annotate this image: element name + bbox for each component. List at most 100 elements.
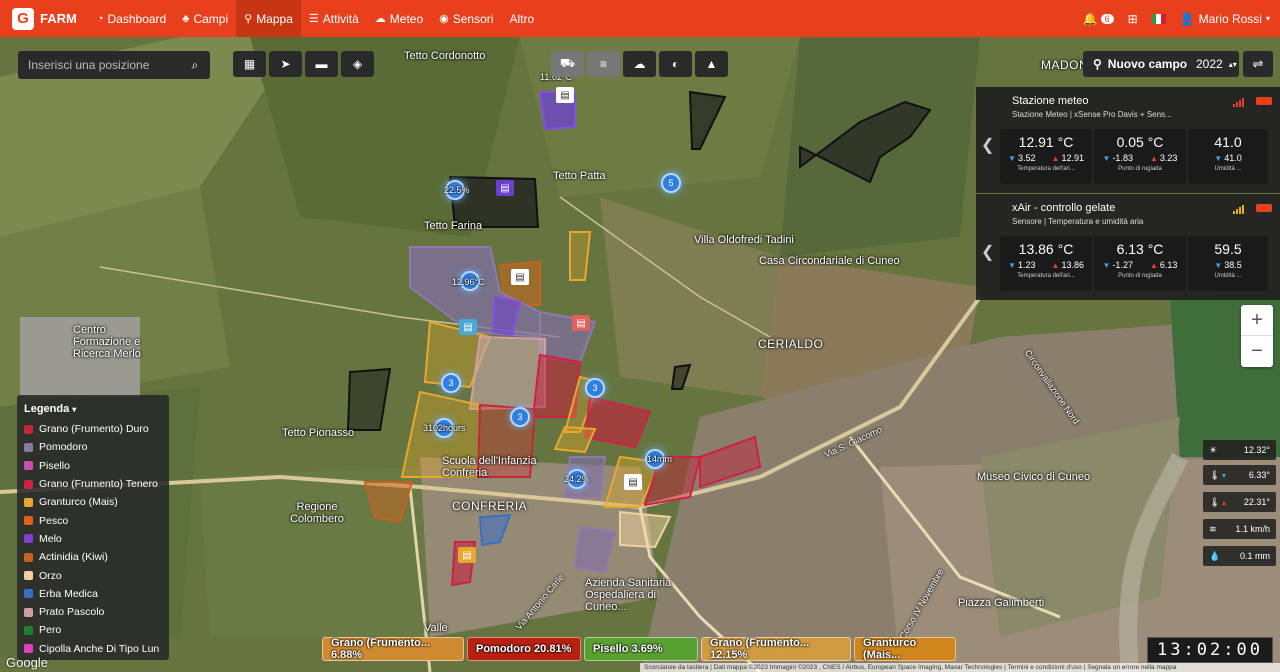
- legend-swatch: [24, 625, 33, 635]
- location-search[interactable]: Inserisci una posizione ⌕: [18, 51, 210, 79]
- place-tetto-cordonotto: Tetto Cordonotto: [404, 50, 486, 62]
- nav-campi[interactable]: ♣ Campi: [174, 0, 236, 37]
- crop-chip[interactable]: Pomodoro 20.81%: [467, 637, 581, 661]
- field-humidity-label[interactable]: 24.2%: [564, 474, 590, 484]
- nav-altro[interactable]: Altro: [501, 0, 542, 37]
- crop-label: Grano (Frumento... 6.88%: [331, 637, 430, 661]
- map-view-tools: ⛟ ≡ ☁ ◐ ▲: [551, 51, 731, 77]
- metric-min: -1.83: [1112, 153, 1133, 163]
- weather-icon[interactable]: ☁: [623, 51, 656, 77]
- crop-chip[interactable]: Grano (Frumento... 12.15%: [701, 637, 851, 661]
- metric-value: 6.13 °C: [1116, 241, 1164, 257]
- legend-swatch: [24, 516, 33, 526]
- new-field-button[interactable]: ⚲ Nuovo campo: [1083, 51, 1198, 77]
- legend-item: Melo: [24, 530, 162, 548]
- search-input[interactable]: Inserisci una posizione: [28, 58, 180, 72]
- zoom-in-button[interactable]: +: [1241, 305, 1273, 336]
- map-type-icon[interactable]: ▦: [233, 51, 266, 77]
- field-rain-label[interactable]: 14mm: [647, 454, 672, 464]
- metric-value: 12.91 °C: [1018, 134, 1074, 150]
- legend-swatch: [24, 644, 33, 654]
- map-tools: ▦ ➤ ▬ ◈: [233, 51, 377, 77]
- nav-sensori[interactable]: ◉ Sensori: [431, 0, 501, 37]
- station-subtitle: Sensore | Temperatura e umidità aria: [1012, 217, 1144, 226]
- nav-label: Sensori: [452, 11, 494, 26]
- logo-icon: G: [12, 7, 34, 30]
- cluster-marker[interactable]: 5: [661, 173, 681, 193]
- frost-sensor-card[interactable]: xAir - controllo gelate Sensore | Temper…: [976, 194, 1280, 300]
- tractor-icon[interactable]: ⛟: [551, 51, 584, 77]
- satellite-icon[interactable]: ◐: [659, 51, 692, 77]
- select-arrows-icon: ▴▾: [1228, 59, 1237, 69]
- legend-item: Orzo: [24, 566, 162, 584]
- legend-toggle[interactable]: Legenda ▾: [24, 403, 162, 415]
- place-centro-formazione: Centro Formazione e Ricerca Merlo: [73, 324, 141, 360]
- metric-dewpoint: 0.05 °C ▼ -1.83 ▲ 3.23 Punto di rugiada: [1094, 129, 1186, 184]
- cluster-marker[interactable]: 3: [585, 378, 605, 398]
- layers-icon[interactable]: ◈: [341, 51, 374, 77]
- ruler-icon[interactable]: ▬: [305, 51, 338, 77]
- network-button[interactable]: ⊞: [1128, 12, 1138, 26]
- filter-icon[interactable]: ≡: [587, 51, 620, 77]
- note-icon[interactable]: ▤: [511, 269, 529, 285]
- nav-attivita[interactable]: ☰ Attività: [301, 0, 367, 37]
- legend-swatch: [24, 479, 33, 489]
- note-icon[interactable]: ▤: [624, 474, 642, 490]
- caret-down-icon: ▾: [1265, 14, 1270, 23]
- note-icon[interactable]: ▤: [556, 87, 574, 103]
- note-icon[interactable]: ▤: [496, 180, 514, 196]
- metric-label: Punto di rugiada: [1118, 166, 1162, 172]
- user-icon: 👤: [1179, 11, 1195, 26]
- field-icon: ♣: [182, 12, 190, 25]
- field-humidity-label[interactable]: 22.5%: [444, 185, 470, 195]
- place-cerialdo: CERIALDO: [758, 337, 824, 351]
- legend-label: Pomodoro: [39, 441, 88, 454]
- crop-label: Pisello 3.69%: [593, 643, 663, 655]
- notifications-button[interactable]: 🔔 6: [1083, 12, 1114, 26]
- nav-label: Attività: [322, 11, 359, 26]
- brand-logo[interactable]: G FARM: [0, 0, 89, 37]
- nav-mappa[interactable]: ⚲ Mappa: [236, 0, 301, 37]
- place-tetto-farina: Tetto Farina: [424, 220, 483, 232]
- min-temp: 🌡▼ 6.33°: [1203, 465, 1276, 485]
- search-icon[interactable]: ⌕: [180, 51, 210, 79]
- dashboard-icon: ◔: [96, 12, 104, 25]
- place-piazza-galimberti: Piazza Galimberti: [958, 597, 1045, 609]
- map-attribution[interactable]: Scorciatoie da tastiera | Dati mappa ©20…: [640, 663, 1280, 672]
- legend-swatch: [24, 571, 33, 581]
- route-icon[interactable]: ⇌: [1243, 51, 1273, 77]
- field-temp-label[interactable]: 12.96°C: [452, 277, 485, 287]
- raindrop-icon: 💧: [1209, 550, 1221, 561]
- cluster-marker[interactable]: 3: [441, 373, 461, 393]
- crop-chip[interactable]: Grano (Frumento... 6.88%: [322, 637, 464, 661]
- station-subtitle: Stazione Meteo | xSense Pro Davis + Sens…: [1012, 110, 1172, 119]
- weather-station-card[interactable]: Stazione meteo Stazione Meteo | xSense P…: [976, 87, 1280, 193]
- note-icon[interactable]: ▤: [572, 315, 590, 331]
- nav-dashboard[interactable]: ◔ Dashboard: [89, 0, 174, 37]
- legend-label: Cipolla Anche Di Tipo Lun: [39, 642, 160, 655]
- user-menu[interactable]: 👤 Mario Rossi ▾: [1180, 12, 1270, 26]
- legend-panel: Legenda ▾ Grano (Frumento) Duro Pomodoro P…: [17, 395, 169, 660]
- legend-swatch: [24, 534, 33, 544]
- note-icon[interactable]: ▤: [458, 547, 476, 563]
- chevron-left-icon[interactable]: ❮: [981, 135, 994, 155]
- satellite-map[interactable]: Tetto Cordonotto MADONNA DELL'OLMO Tetto…: [0, 37, 1280, 672]
- metric-min: 1.23: [1017, 260, 1036, 270]
- top-navbar: G FARM ◔ Dashboard ♣ Campi ⚲ Mappa ☰ Attivit…: [0, 0, 1280, 37]
- field-hours-label[interactable]: 3102hours: [423, 423, 466, 433]
- cluster-marker[interactable]: 3: [510, 407, 530, 427]
- chevron-left-icon[interactable]: ❮: [981, 242, 994, 262]
- crop-chip[interactable]: Granturco (Mais...: [854, 637, 956, 661]
- zoom-out-button[interactable]: −: [1241, 336, 1273, 367]
- place-museo-civico: Museo Civico di Cuneo: [977, 471, 1091, 483]
- year-value: 2022: [1196, 57, 1223, 71]
- locate-icon[interactable]: ➤: [269, 51, 302, 77]
- metric-label: Temperatura dell'ari...: [1017, 273, 1075, 279]
- crop-chip[interactable]: Pisello 3.69%: [584, 637, 698, 661]
- nav-meteo[interactable]: ☁ Meteo: [367, 0, 431, 37]
- language-button[interactable]: [1151, 13, 1166, 24]
- note-icon[interactable]: ▤: [459, 319, 477, 335]
- chart-icon[interactable]: ▲: [695, 51, 728, 77]
- year-select[interactable]: 2022 ▴▾: [1189, 51, 1239, 77]
- metric-temperature: 12.91 °C ▼ 3.52 ▲ 12.91 Temperatura dell'ar…: [1000, 129, 1092, 184]
